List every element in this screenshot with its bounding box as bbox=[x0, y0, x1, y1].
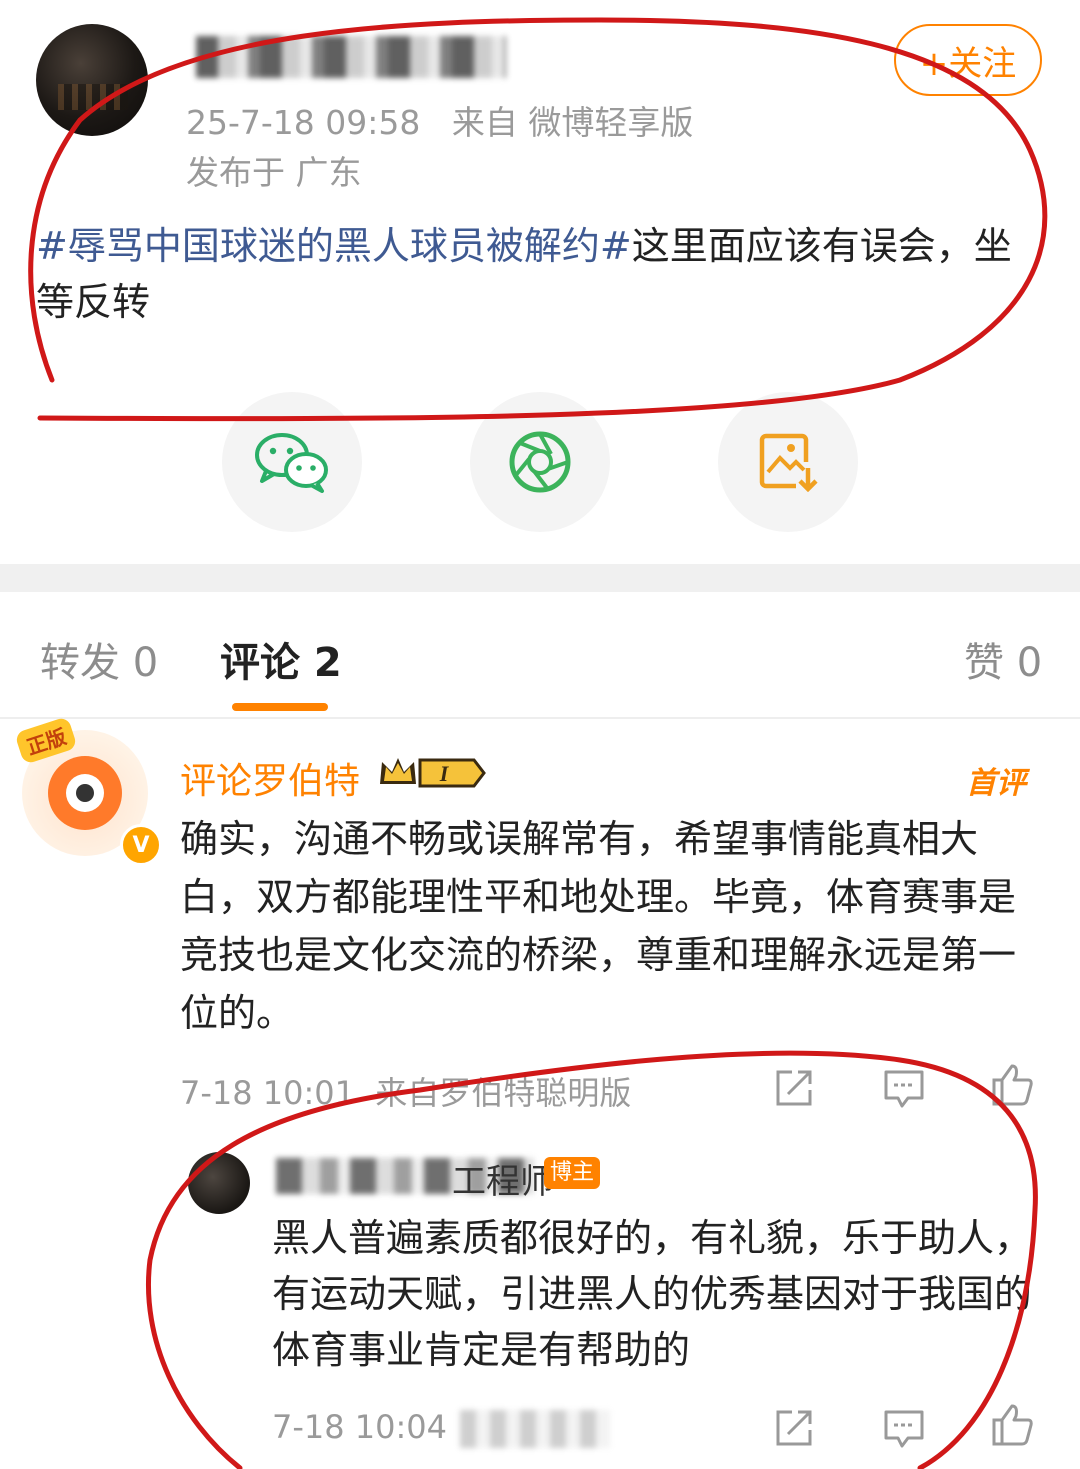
save-image-button[interactable] bbox=[718, 392, 858, 532]
crown-level-icon: I bbox=[380, 758, 486, 788]
comment-time: 7-18 10:01 bbox=[180, 1074, 356, 1112]
like-reply-icon[interactable] bbox=[990, 1402, 1034, 1446]
reply-text: 黑人普遍素质都很好的，有礼貌，乐于助人，有运动天赋，引进黑人的优秀基因对于我国的… bbox=[272, 1216, 1033, 1372]
tab-repost[interactable]: 转发 0 bbox=[40, 630, 158, 688]
comment-meta: 7-18 10:01 来自罗伯特聪明版 bbox=[180, 1068, 631, 1114]
blogger-badge: 博主 bbox=[544, 1157, 601, 1189]
share-comment-icon[interactable] bbox=[772, 1066, 816, 1110]
author-name-blurred[interactable] bbox=[196, 36, 506, 78]
reply-time: 7-18 10:04 bbox=[272, 1408, 448, 1446]
reply-author-avatar[interactable] bbox=[188, 1152, 250, 1214]
reply-comment-icon[interactable] bbox=[882, 1066, 926, 1110]
post-body: #辱骂中国球迷的黑人球员被解约#这里面应该有误会，坐等反转 bbox=[36, 218, 1036, 330]
reply-reply-icon[interactable] bbox=[882, 1406, 926, 1450]
tab-comments[interactable]: 评论 2 bbox=[220, 630, 342, 688]
vip-badge: V bbox=[120, 824, 162, 866]
wechat-icon bbox=[255, 433, 328, 493]
moments-icon bbox=[509, 431, 571, 493]
commenter-avatar[interactable]: 正版 V bbox=[14, 716, 162, 866]
first-comment-label: 首评 bbox=[966, 766, 1026, 801]
save-image-icon bbox=[759, 433, 818, 492]
genuine-badge: 正版 bbox=[14, 716, 78, 765]
robot-pupil bbox=[76, 784, 94, 802]
section-divider bbox=[0, 564, 1080, 592]
like-comment-icon[interactable] bbox=[990, 1062, 1034, 1106]
post-source: 来自 微博轻享版 bbox=[451, 103, 694, 142]
topic-hashtag-link[interactable]: #辱骂中国球迷的黑人球员被解约# bbox=[36, 224, 632, 268]
tab-likes[interactable]: 赞 0 bbox=[964, 630, 1042, 688]
follow-button[interactable]: +关注 bbox=[894, 24, 1042, 96]
tabs-divider bbox=[0, 717, 1080, 719]
author-avatar[interactable] bbox=[36, 24, 148, 136]
active-tab-indicator bbox=[232, 703, 328, 711]
share-moments-button[interactable] bbox=[470, 392, 610, 532]
share-reply-icon[interactable] bbox=[772, 1406, 816, 1450]
commenter-name[interactable]: 评论罗伯特 bbox=[180, 752, 360, 804]
post-location: 发布于 广东 bbox=[186, 153, 362, 192]
reply-author-name-suffix[interactable]: 工程师 bbox=[452, 1154, 554, 1203]
post-time: 25-7-18 09:58 bbox=[186, 103, 421, 142]
share-wechat-button[interactable] bbox=[222, 392, 362, 532]
post-meta-time-source: 25-7-18 09:58 来自 微博轻享版 bbox=[186, 96, 693, 144]
comment-text: 确实，沟通不畅或误解常有，希望事情能真相大白，双方都能理性平和地处理。毕竟，体育… bbox=[180, 817, 1017, 1035]
level-text: I bbox=[439, 761, 450, 786]
reply-source-blurred bbox=[460, 1410, 610, 1448]
comment-source: 来自罗伯特聪明版 bbox=[375, 1074, 632, 1112]
